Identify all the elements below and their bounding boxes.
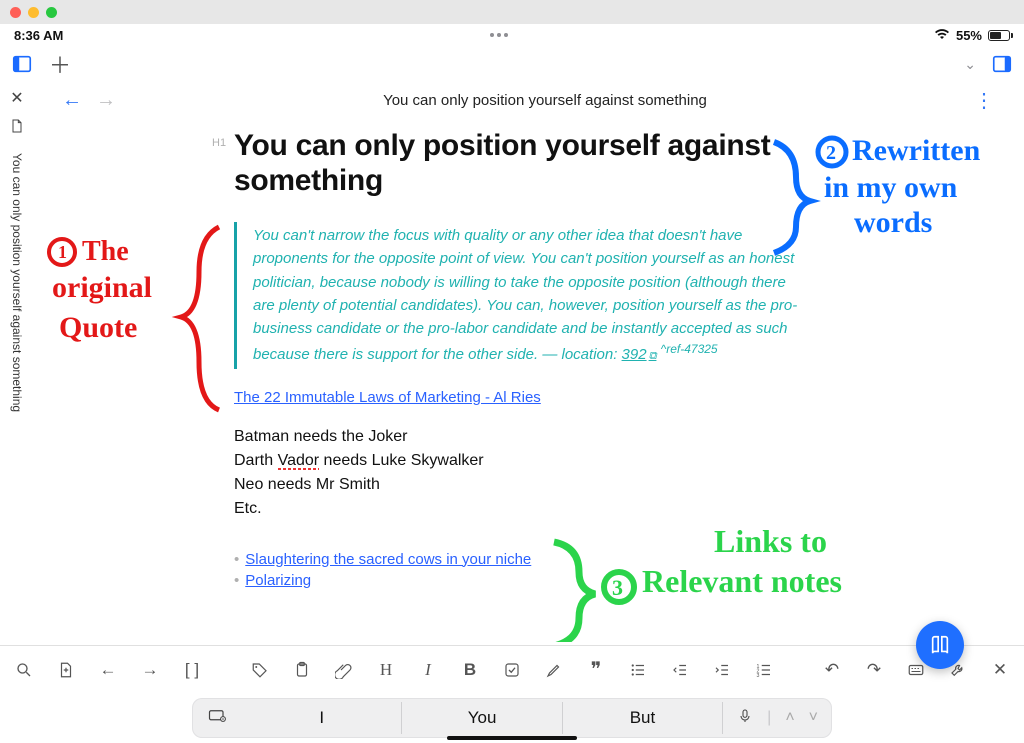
keyboard-suggestion-bar: I You But | ˄ ˅ — [0, 693, 1024, 743]
heading-level-label: H1 — [212, 137, 226, 149]
close-toolbar-icon[interactable]: ✕ — [990, 660, 1010, 680]
nav-back-button[interactable]: ← — [62, 89, 82, 112]
tag-icon[interactable] — [250, 660, 270, 680]
checkbox-icon[interactable] — [502, 660, 522, 680]
search-icon[interactable] — [14, 660, 34, 680]
outdent-icon[interactable] — [670, 660, 690, 680]
multitask-dots-icon[interactable] — [482, 33, 516, 37]
traffic-light-zoom-icon[interactable] — [46, 7, 57, 18]
app-toolbar: ＋ ⌄ — [0, 46, 1024, 82]
tab-title-vertical[interactable]: You can only position yourself against s… — [10, 153, 24, 412]
nav-forward-button: → — [96, 89, 116, 112]
new-tab-button[interactable]: ＋ — [48, 52, 72, 76]
external-link-icon: ⧉ — [649, 350, 657, 362]
location-link[interactable]: 392⧉ — [622, 346, 657, 363]
spellcheck-underline[interactable]: Vador — [278, 452, 320, 469]
brackets-icon[interactable]: [ ] — [182, 660, 202, 680]
body-line: Darth Vador needs Luke Skywalker — [234, 449, 800, 473]
tab-rail: ✕ You can only position yourself against… — [0, 82, 34, 645]
caret-down-icon[interactable]: ˅ — [809, 709, 818, 727]
status-bar: 8:36 AM 55% — [0, 24, 1024, 46]
redo-icon[interactable]: ↷ — [864, 660, 884, 680]
quote-icon[interactable]: ❞ — [586, 660, 606, 680]
arrow-right-icon[interactable]: → — [140, 660, 160, 680]
battery-percent: 55% — [956, 28, 982, 43]
indent-icon[interactable] — [712, 660, 732, 680]
italic-icon[interactable]: I — [418, 660, 438, 680]
bold-icon[interactable]: B — [460, 660, 480, 680]
traffic-light-close-icon[interactable] — [10, 7, 21, 18]
right-panel-toggle-icon[interactable] — [990, 52, 1014, 76]
list-item: • Slaughtering the sacred cows in your ni… — [234, 551, 800, 568]
heading-icon[interactable]: H — [376, 660, 396, 680]
doc-header: ← → You can only position yourself again… — [34, 82, 1000, 119]
arrow-left-icon[interactable]: ← — [98, 660, 118, 680]
related-links: • Slaughtering the sacred cows in your ni… — [234, 551, 800, 589]
reader-mode-button[interactable] — [916, 621, 964, 669]
body-text[interactable]: Batman needs the Joker Darth Vador needs… — [234, 425, 800, 521]
format-toolbar: ← → [ ] H I B ❞ 123 ↶ ↷ ✕ — [0, 645, 1024, 693]
window-chrome — [0, 0, 1024, 24]
list-item: • Polarizing — [234, 572, 800, 589]
document-area: ← → You can only position yourself again… — [34, 82, 1024, 645]
file-icon[interactable] — [9, 118, 25, 139]
battery-icon — [988, 30, 1010, 41]
ref-id: ^ref-47325 — [661, 342, 718, 356]
dictation-mic-icon[interactable] — [737, 706, 753, 731]
left-panel-toggle-icon[interactable] — [10, 52, 34, 76]
body-line: Neo needs Mr Smith — [234, 473, 800, 497]
close-tab-icon[interactable]: ✕ — [10, 88, 23, 108]
body-line: Etc. — [234, 497, 800, 521]
quote-block[interactable]: You can't narrow the focus with quality … — [234, 222, 800, 369]
clipboard-icon[interactable] — [292, 660, 312, 680]
undo-icon[interactable]: ↶ — [822, 660, 842, 680]
caret-up-icon[interactable]: ˄ — [785, 709, 794, 727]
suggestion-3[interactable]: But — [563, 702, 723, 734]
suggestion-1[interactable]: I — [242, 702, 402, 734]
more-menu-icon[interactable]: ⋮ — [974, 88, 1000, 113]
bullet-icon: • — [234, 551, 239, 568]
suggestion-pill: I You But | ˄ ˅ — [192, 698, 832, 738]
suggestion-2[interactable]: You — [402, 702, 562, 734]
related-link[interactable]: Polarizing — [245, 572, 311, 589]
source-link[interactable]: The 22 Immutable Laws of Marketing - Al … — [234, 389, 541, 406]
page-title[interactable]: You can only position yourself against s… — [234, 129, 800, 198]
breadcrumb[interactable]: You can only position yourself against s… — [130, 92, 960, 109]
related-link[interactable]: Slaughtering the sacred cows in your nic… — [245, 551, 531, 568]
body-line: Batman needs the Joker — [234, 425, 800, 449]
new-note-icon[interactable] — [56, 660, 76, 680]
wifi-icon — [934, 28, 950, 43]
note-content[interactable]: H1 You can only position yourself agains… — [34, 119, 1000, 603]
bullet-list-icon[interactable] — [628, 660, 648, 680]
keyboard-settings-icon[interactable] — [206, 707, 228, 730]
bullet-icon: • — [234, 572, 239, 589]
body: ✕ You can only position yourself against… — [0, 82, 1024, 645]
highlighter-icon[interactable] — [544, 660, 564, 680]
status-time: 8:36 AM — [14, 28, 63, 43]
traffic-light-minimize-icon[interactable] — [28, 7, 39, 18]
collapse-chevron-icon[interactable]: ⌄ — [964, 56, 976, 73]
home-indicator[interactable] — [447, 736, 577, 740]
numbered-list-icon[interactable]: 123 — [754, 660, 774, 680]
svg-text:3: 3 — [757, 672, 760, 678]
attachment-icon[interactable] — [334, 660, 354, 680]
